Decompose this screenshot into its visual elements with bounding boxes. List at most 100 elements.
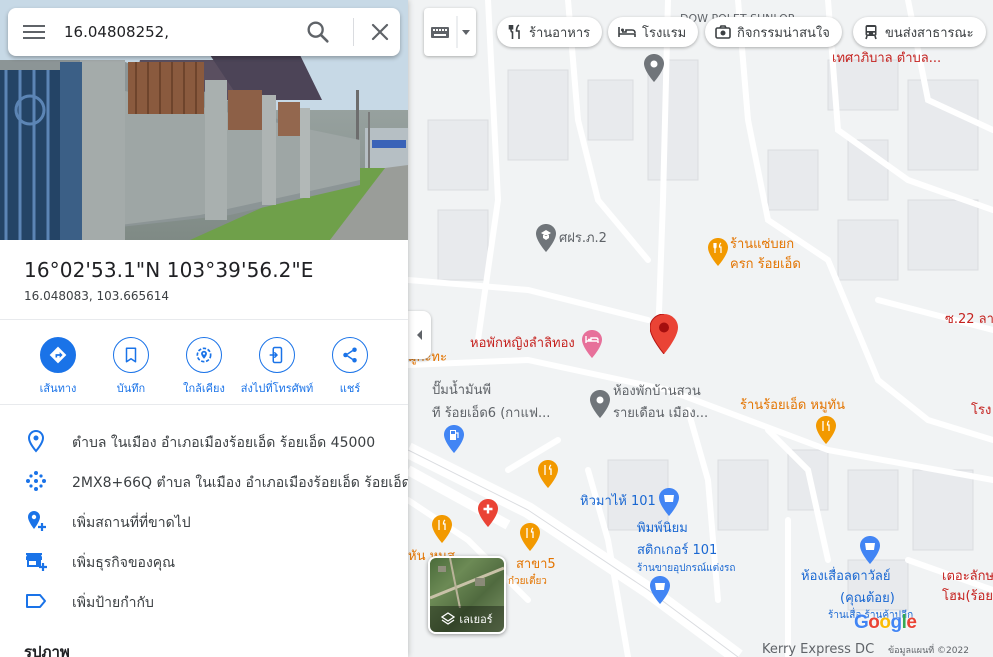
map-label-kerry[interactable]: Kerry Express DC [762, 641, 874, 657]
add-label-text: เพิ่มป้ายกำกับ [72, 595, 154, 611]
directions-button[interactable]: เส้นทาง [16, 337, 100, 397]
map-label-guesthouse-1[interactable]: ห้องพักบ้านสวน [613, 383, 701, 400]
add-business-icon [24, 549, 48, 573]
restaurant-pin-icon[interactable] [708, 238, 728, 270]
map-label-home-1[interactable]: เตอะลักษ [942, 568, 993, 585]
map-label-municipality[interactable]: เทศาภิบาล ตำบล... [832, 50, 941, 67]
nearby-button[interactable]: ใกล้เคียง [162, 337, 246, 397]
photos-heading: รูปภาพ [24, 643, 70, 657]
chip-restaurants[interactable]: ร้านอาหาร [497, 17, 603, 47]
add-missing-place-text: เพิ่มสถานที่ที่ขาดไป [72, 515, 191, 531]
divider [0, 404, 408, 405]
send-to-phone-label: ส่งไปที่โทรศัพท์ [240, 382, 314, 395]
close-icon[interactable] [368, 20, 392, 44]
school-pin-icon[interactable] [536, 224, 556, 256]
bookmark-icon [113, 337, 149, 373]
directions-icon [40, 337, 76, 373]
store-pin-icon[interactable] [860, 536, 880, 568]
map-label-rong[interactable]: โรง [971, 402, 991, 419]
divider [0, 319, 408, 320]
share-button[interactable]: แชร์ [308, 337, 392, 397]
shop-pin-icon[interactable] [659, 488, 679, 520]
map-label-branch5[interactable]: สาขา5 [516, 556, 556, 573]
map-label-print-1[interactable]: พิมพ์นิยม [637, 520, 688, 537]
hotel-pin-icon[interactable] [582, 330, 602, 362]
send-to-phone-button[interactable]: ส่งไปที่โทรศัพท์ [235, 337, 319, 397]
dropped-pin-icon[interactable] [649, 313, 678, 358]
chevron-left-icon [417, 330, 422, 340]
google-logo: Google [854, 612, 917, 633]
layers-label-row: เลเยอร์ [430, 606, 504, 632]
chip-transit-label: ขนส่งสาธารณะ [885, 25, 974, 41]
restaurant-5-pin-icon[interactable] [520, 523, 540, 555]
map-label-school[interactable]: ศฝร.ภ.2 [559, 230, 607, 247]
add-business-row[interactable]: เพิ่มธุรกิจของคุณ [0, 540, 408, 580]
chip-restaurants-label: ร้านอาหาร [529, 25, 591, 41]
chip-transit[interactable]: ขนส่งสาธารณะ [853, 17, 986, 47]
map-label-print-3[interactable]: ร้านขายอุปกรณ์แต่งรถ [637, 563, 735, 575]
layers-label: เลเยอร์ [459, 613, 493, 626]
search-input[interactable] [64, 18, 294, 46]
keyboard-icon [431, 16, 470, 48]
map-label-noodle[interactable]: ก๋วยเตี๋ยว [508, 576, 547, 588]
search-divider [353, 18, 354, 46]
search-icon[interactable] [304, 18, 332, 46]
plus-code-icon [24, 469, 48, 493]
map-label-home-2[interactable]: โฮม(ร้อย [942, 588, 993, 605]
poi-pin-icon[interactable] [644, 54, 664, 86]
nearby-label: ใกล้เคียง [183, 382, 225, 395]
restaurant-3-pin-icon[interactable] [538, 460, 558, 492]
lodging-pin-icon[interactable] [590, 390, 610, 422]
restaurant-icon [508, 24, 520, 39]
map-label-himatai[interactable]: หิวมาไห้ 101 [580, 493, 656, 510]
shop-2-pin-icon[interactable] [650, 576, 670, 608]
restaurant-4-pin-icon[interactable] [432, 515, 452, 547]
add-label-row[interactable]: เพิ่มป้ายกำกับ [0, 580, 408, 620]
input-tools-button[interactable] [424, 8, 476, 56]
location-pin-icon [24, 429, 48, 453]
address-row[interactable]: ตำบล ในเมือง อำเภอเมืองร้อยเอ็ด ร้อยเอ็ด… [0, 420, 408, 460]
directions-label: เส้นทาง [39, 382, 77, 395]
collapse-panel-button[interactable] [408, 311, 431, 359]
add-business-text: เพิ่มธุรกิจของคุณ [72, 555, 176, 571]
chip-attractions[interactable]: กิจกรรมน่าสนใจ [705, 17, 842, 47]
map-canvas[interactable]: DOW POLET SUNLOP เทศาภิบาล ตำบล... ศฝร.ภ… [408, 0, 993, 657]
address-text: ตำบล ในเมือง อำเภอเมืองร้อยเอ็ด ร้อยเอ็ด… [72, 435, 376, 451]
restaurant-2-pin-icon[interactable] [816, 416, 836, 448]
nearby-icon [186, 337, 222, 373]
chip-hotels[interactable]: โรงแรม [608, 17, 699, 47]
camera-icon [715, 25, 731, 39]
map-attribution[interactable]: ข้อมูลแผนที่ ©2022 [888, 643, 969, 657]
save-button[interactable]: บันทึก [89, 337, 173, 397]
place-title: 16°02'53.1"N 103°39'56.2"E [24, 258, 314, 282]
map-label-restaurant-1b[interactable]: ครก ร้อยเอ็ด [730, 256, 801, 273]
place-panel: 16°02'53.1"N 103°39'56.2"E 16.048083, 10… [0, 0, 408, 657]
gas-station-pin-icon[interactable] [444, 425, 464, 457]
share-label: แชร์ [339, 382, 361, 395]
chip-hotels-label: โรงแรม [642, 25, 687, 41]
satellite-thumbnail [430, 558, 504, 609]
plus-code-text: 2MX8+66Q ตำบล ในเมือง อำเภอเมืองร้อยเอ็ด… [72, 475, 408, 491]
save-label: บันทึก [116, 382, 146, 395]
layers-button[interactable]: เลเยอร์ [428, 556, 506, 634]
place-decimal-coordinates[interactable]: 16.048083, 103.665614 [24, 289, 169, 303]
transit-icon [865, 25, 877, 40]
map-label-mattress-2[interactable]: (คุณต้อย) [840, 590, 895, 607]
map-label-mattress-1[interactable]: ห้องเสื่อลดาวัลย์ [801, 568, 891, 585]
map-label-guesthouse-2[interactable]: รายเดือน เมือง... [613, 405, 708, 422]
map-label-gas-2[interactable]: ที ร้อยเอ็ด6 (กาแฟ... [432, 405, 550, 422]
layers-icon [441, 612, 456, 625]
map-label-gas-1[interactable]: ปั๊มน้ำมันพี [432, 382, 491, 399]
add-missing-place-row[interactable]: เพิ่มสถานที่ที่ขาดไป [0, 500, 408, 540]
hospital-pin-icon[interactable] [478, 499, 498, 531]
map-label-dorm[interactable]: หอพักหญิงลำลิทอง [470, 335, 575, 352]
label-icon [24, 589, 48, 613]
map-label-soi22[interactable]: ซ.22 ลา [945, 311, 993, 328]
plus-code-row[interactable]: 2MX8+66Q ตำบล ในเมือง อำเภอเมืองร้อยเอ็ด… [0, 460, 408, 500]
share-icon [332, 337, 368, 373]
map-label-print-2[interactable]: สติกเกอร์ 101 [637, 542, 717, 559]
add-place-icon [24, 509, 48, 533]
map-label-restaurant-2[interactable]: ร้านร้อยเอ็ด หมูทัน [740, 397, 845, 414]
map-label-restaurant-1a[interactable]: ร้านแซ่บยก [730, 236, 794, 253]
menu-icon[interactable] [22, 22, 46, 42]
